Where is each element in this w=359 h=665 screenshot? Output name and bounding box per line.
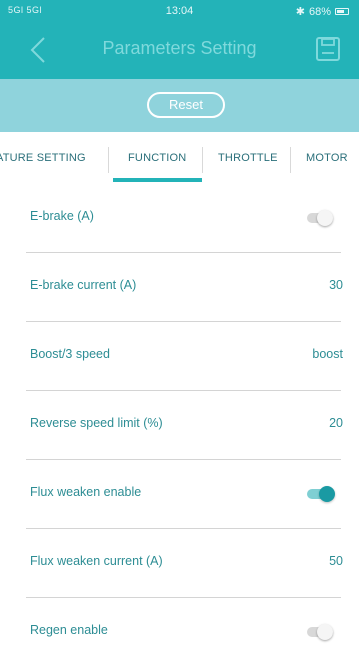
row-value: 20 [329,416,343,430]
row-label: E-brake (A) [30,209,94,223]
battery-percent: 68% [308,5,331,18]
tab-divider [108,147,109,173]
row-label: Flux weaken current (A) [30,554,163,568]
status-right: ✱ 68% [296,5,349,18]
row-label: Regen enable [30,623,108,637]
ebrake-toggle[interactable] [307,209,335,227]
row-label: Boost/3 speed [30,347,110,361]
tab-bar: ATURE SETTING FUNCTION THROTTLE MOTOR [0,132,359,184]
battery-icon [335,8,349,15]
list-item-ebrake: E-brake (A) [0,184,359,253]
bluetooth-icon: ✱ [295,6,305,18]
tab-temperature-setting[interactable]: ATURE SETTING [0,152,86,164]
reset-bar: Reset [0,79,359,132]
toggle-knob [317,624,333,640]
toggle-knob [319,486,335,502]
save-button[interactable] [315,36,341,62]
row-value: boost [312,347,343,361]
list-item-reverse-speed-limit[interactable]: Reverse speed limit (%) 20 [0,391,359,460]
status-bar: 5Gl 5Gl 13:04 ✱ 68% [0,0,359,22]
tab-throttle[interactable]: THROTTLE [218,152,278,164]
reset-button[interactable]: Reset [147,92,225,118]
row-label: Reverse speed limit (%) [30,416,163,430]
active-tab-indicator [113,178,202,182]
regen-toggle[interactable] [307,623,335,641]
page-title: Parameters Setting [102,38,257,58]
list-item-boost-speed[interactable]: Boost/3 speed boost [0,322,359,391]
row-label: E-brake current (A) [30,278,137,292]
save-icon [316,37,340,61]
list-item-flux-weaken-enable: Flux weaken enable [0,460,359,529]
list-item-regen-enable: Regen enable [0,598,359,665]
row-label: Flux weaken enable [30,485,142,499]
tab-function[interactable]: FUNCTION [128,152,186,164]
flux-weaken-toggle[interactable] [307,485,335,503]
list-item-ebrake-current[interactable]: E-brake current (A) 30 [0,253,359,322]
list-item-flux-weaken-current[interactable]: Flux weaken current (A) 50 [0,529,359,598]
tab-motor[interactable]: MOTOR [306,152,348,164]
row-value: 50 [329,554,343,568]
toggle-knob [317,210,333,226]
row-value: 30 [329,278,343,292]
tab-divider [290,147,291,173]
nav-bar: Parameters Setting [0,22,359,79]
tab-divider [202,147,203,173]
